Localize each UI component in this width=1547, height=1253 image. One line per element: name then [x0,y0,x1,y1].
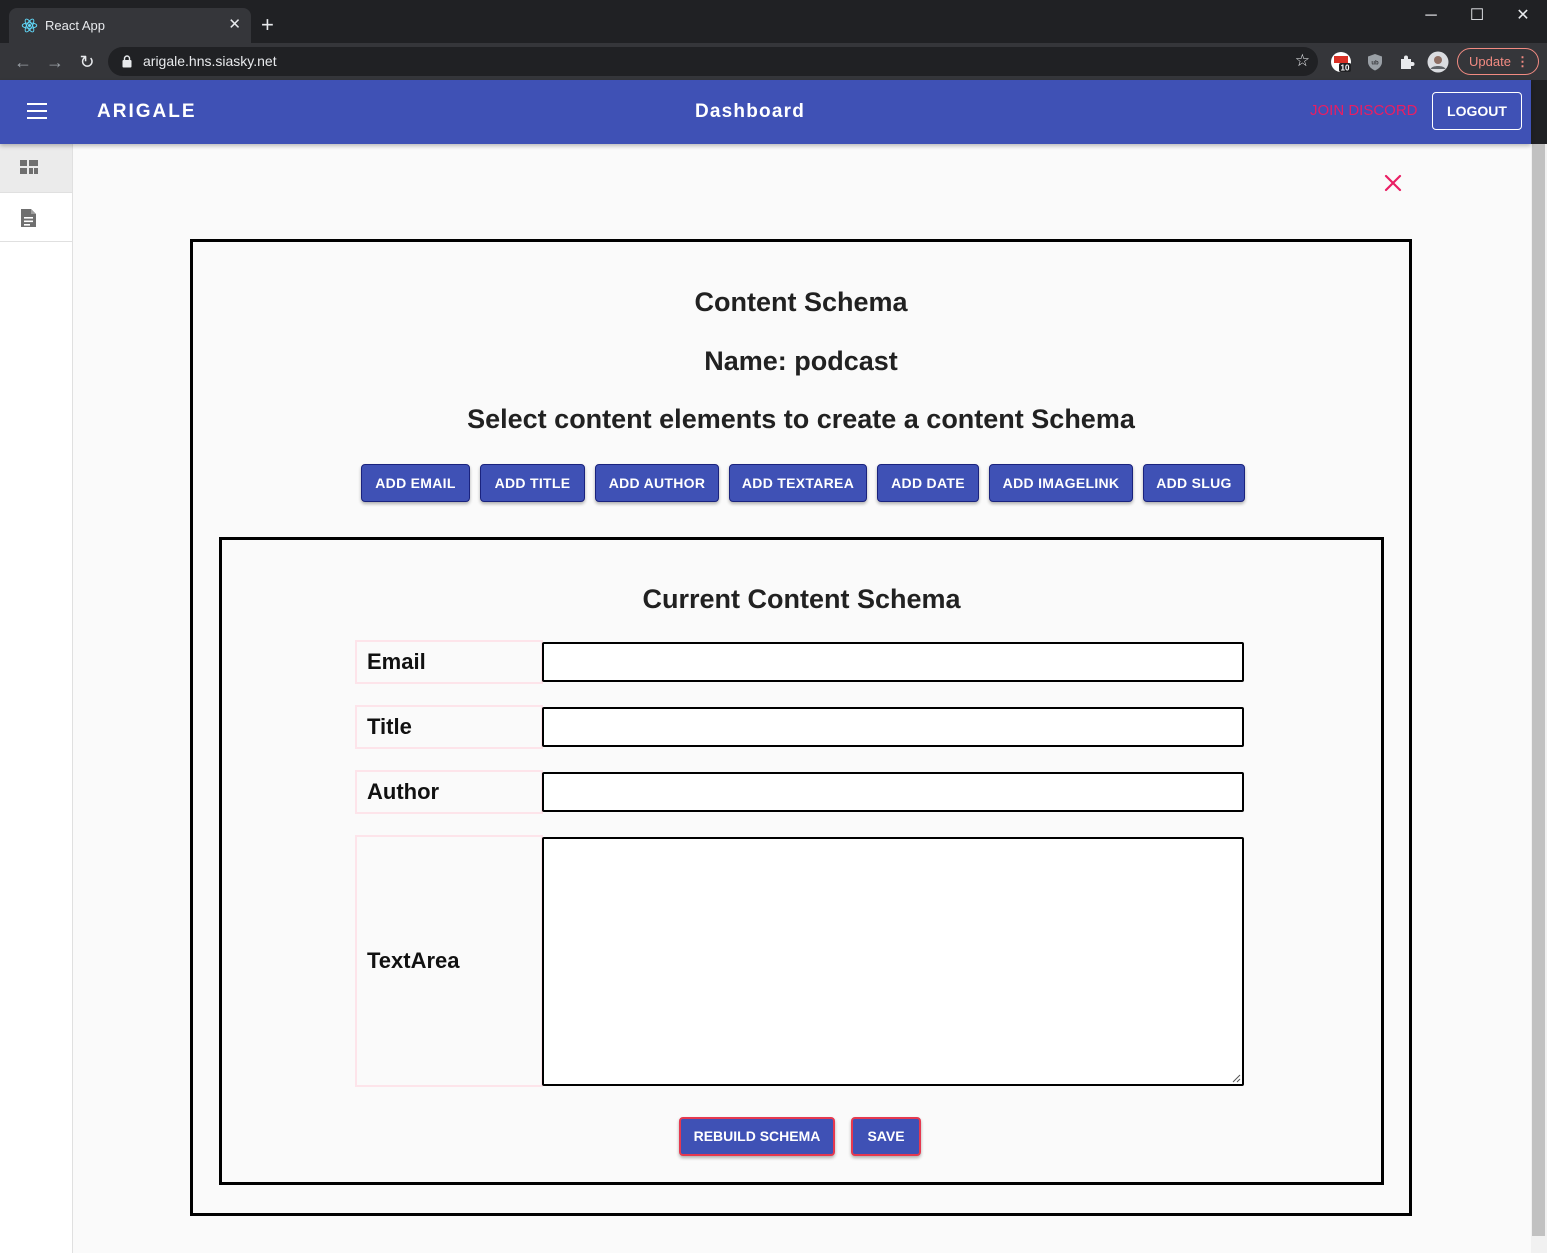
author-field[interactable] [542,772,1244,812]
url-text: arigale.hns.siasky.net [143,53,277,69]
scrollbar-thumb[interactable] [1532,144,1545,1236]
minimize-icon[interactable]: ─ [1408,6,1454,26]
browser-toolbar: ← → ↻ arigale.hns.siasky.net ☆ 10 ub Upd… [0,43,1547,80]
join-discord-link[interactable]: JOIN DISCORD [1310,102,1418,119]
window-close-icon[interactable]: ✕ [1500,6,1546,26]
extension-badge: 10 [1341,64,1350,73]
add-author-button[interactable]: ADD AUTHOR [595,464,719,502]
save-button[interactable]: SAVE [851,1117,921,1156]
lock-icon [122,55,132,68]
puzzle-extensions-icon[interactable] [1396,51,1418,73]
update-label: Update [1469,54,1511,69]
new-tab-icon[interactable]: + [261,14,274,36]
dashboard-icon [20,160,38,174]
add-imagelink-button[interactable]: ADD IMAGELINK [989,464,1133,502]
page-title: Dashboard [694,101,806,122]
sidebar-item-documents[interactable] [0,193,72,242]
more-vert-icon: ⋮ [1516,54,1529,69]
add-title-button[interactable]: ADD TITLE [480,464,585,502]
title-field[interactable] [542,707,1244,747]
tab-title: React App [45,18,105,33]
email-field[interactable] [542,642,1244,682]
sidebar-item-dashboard[interactable] [0,144,72,193]
current-schema-panel: Current Content Schema Email Title Autho… [219,537,1384,1185]
content-schema-panel: Content Schema Name: podcast Select cont… [190,239,1412,1216]
shield-extension-icon[interactable]: ub [1364,51,1386,73]
logout-button[interactable]: LOGOUT [1432,92,1522,130]
reload-icon[interactable]: ↻ [76,51,98,73]
field-label-title: Title [355,705,543,749]
textarea-field[interactable] [542,837,1244,1086]
maximize-icon[interactable]: ☐ [1454,6,1500,26]
add-email-button[interactable]: ADD EMAIL [361,464,470,502]
update-button[interactable]: Update ⋮ [1457,48,1539,75]
add-textarea-button[interactable]: ADD TEXTAREA [729,464,867,502]
document-icon [21,209,36,227]
add-slug-button[interactable]: ADD SLUG [1143,464,1245,502]
schema-heading: Content Schema [694,287,908,317]
back-icon[interactable]: ← [12,51,34,73]
schema-instruction: Select content elements to create a cont… [467,404,1135,434]
address-bar[interactable]: arigale.hns.siasky.net ☆ [108,47,1318,76]
forward-icon[interactable]: → [44,51,66,73]
app-bar: ARIGALE Dashboard JOIN DISCORD LOGOUT [0,80,1531,144]
browser-tab[interactable]: React App ✕ [9,8,251,43]
svg-text:ub: ub [1371,61,1379,67]
calendar-extension-icon[interactable]: 10 [1330,51,1352,73]
schema-name: Name: podcast [704,346,898,376]
tab-close-icon[interactable]: ✕ [228,16,241,34]
bookmark-star-icon[interactable]: ☆ [1295,51,1310,71]
close-icon[interactable] [1383,173,1403,193]
resize-grip-icon[interactable] [1232,1074,1241,1083]
react-logo-icon [21,18,38,33]
profile-avatar-icon[interactable] [1427,51,1449,73]
browser-tabstrip: React App ✕ + ─ ☐ ✕ [0,0,1547,43]
current-schema-heading: Current Content Schema [642,584,961,614]
sidebar [0,144,73,1253]
field-label-textarea: TextArea [355,835,543,1087]
field-label-author: Author [355,770,543,814]
add-date-button[interactable]: ADD DATE [877,464,979,502]
rebuild-schema-button[interactable]: REBUILD SCHEMA [679,1117,835,1156]
field-label-email: Email [355,640,543,684]
